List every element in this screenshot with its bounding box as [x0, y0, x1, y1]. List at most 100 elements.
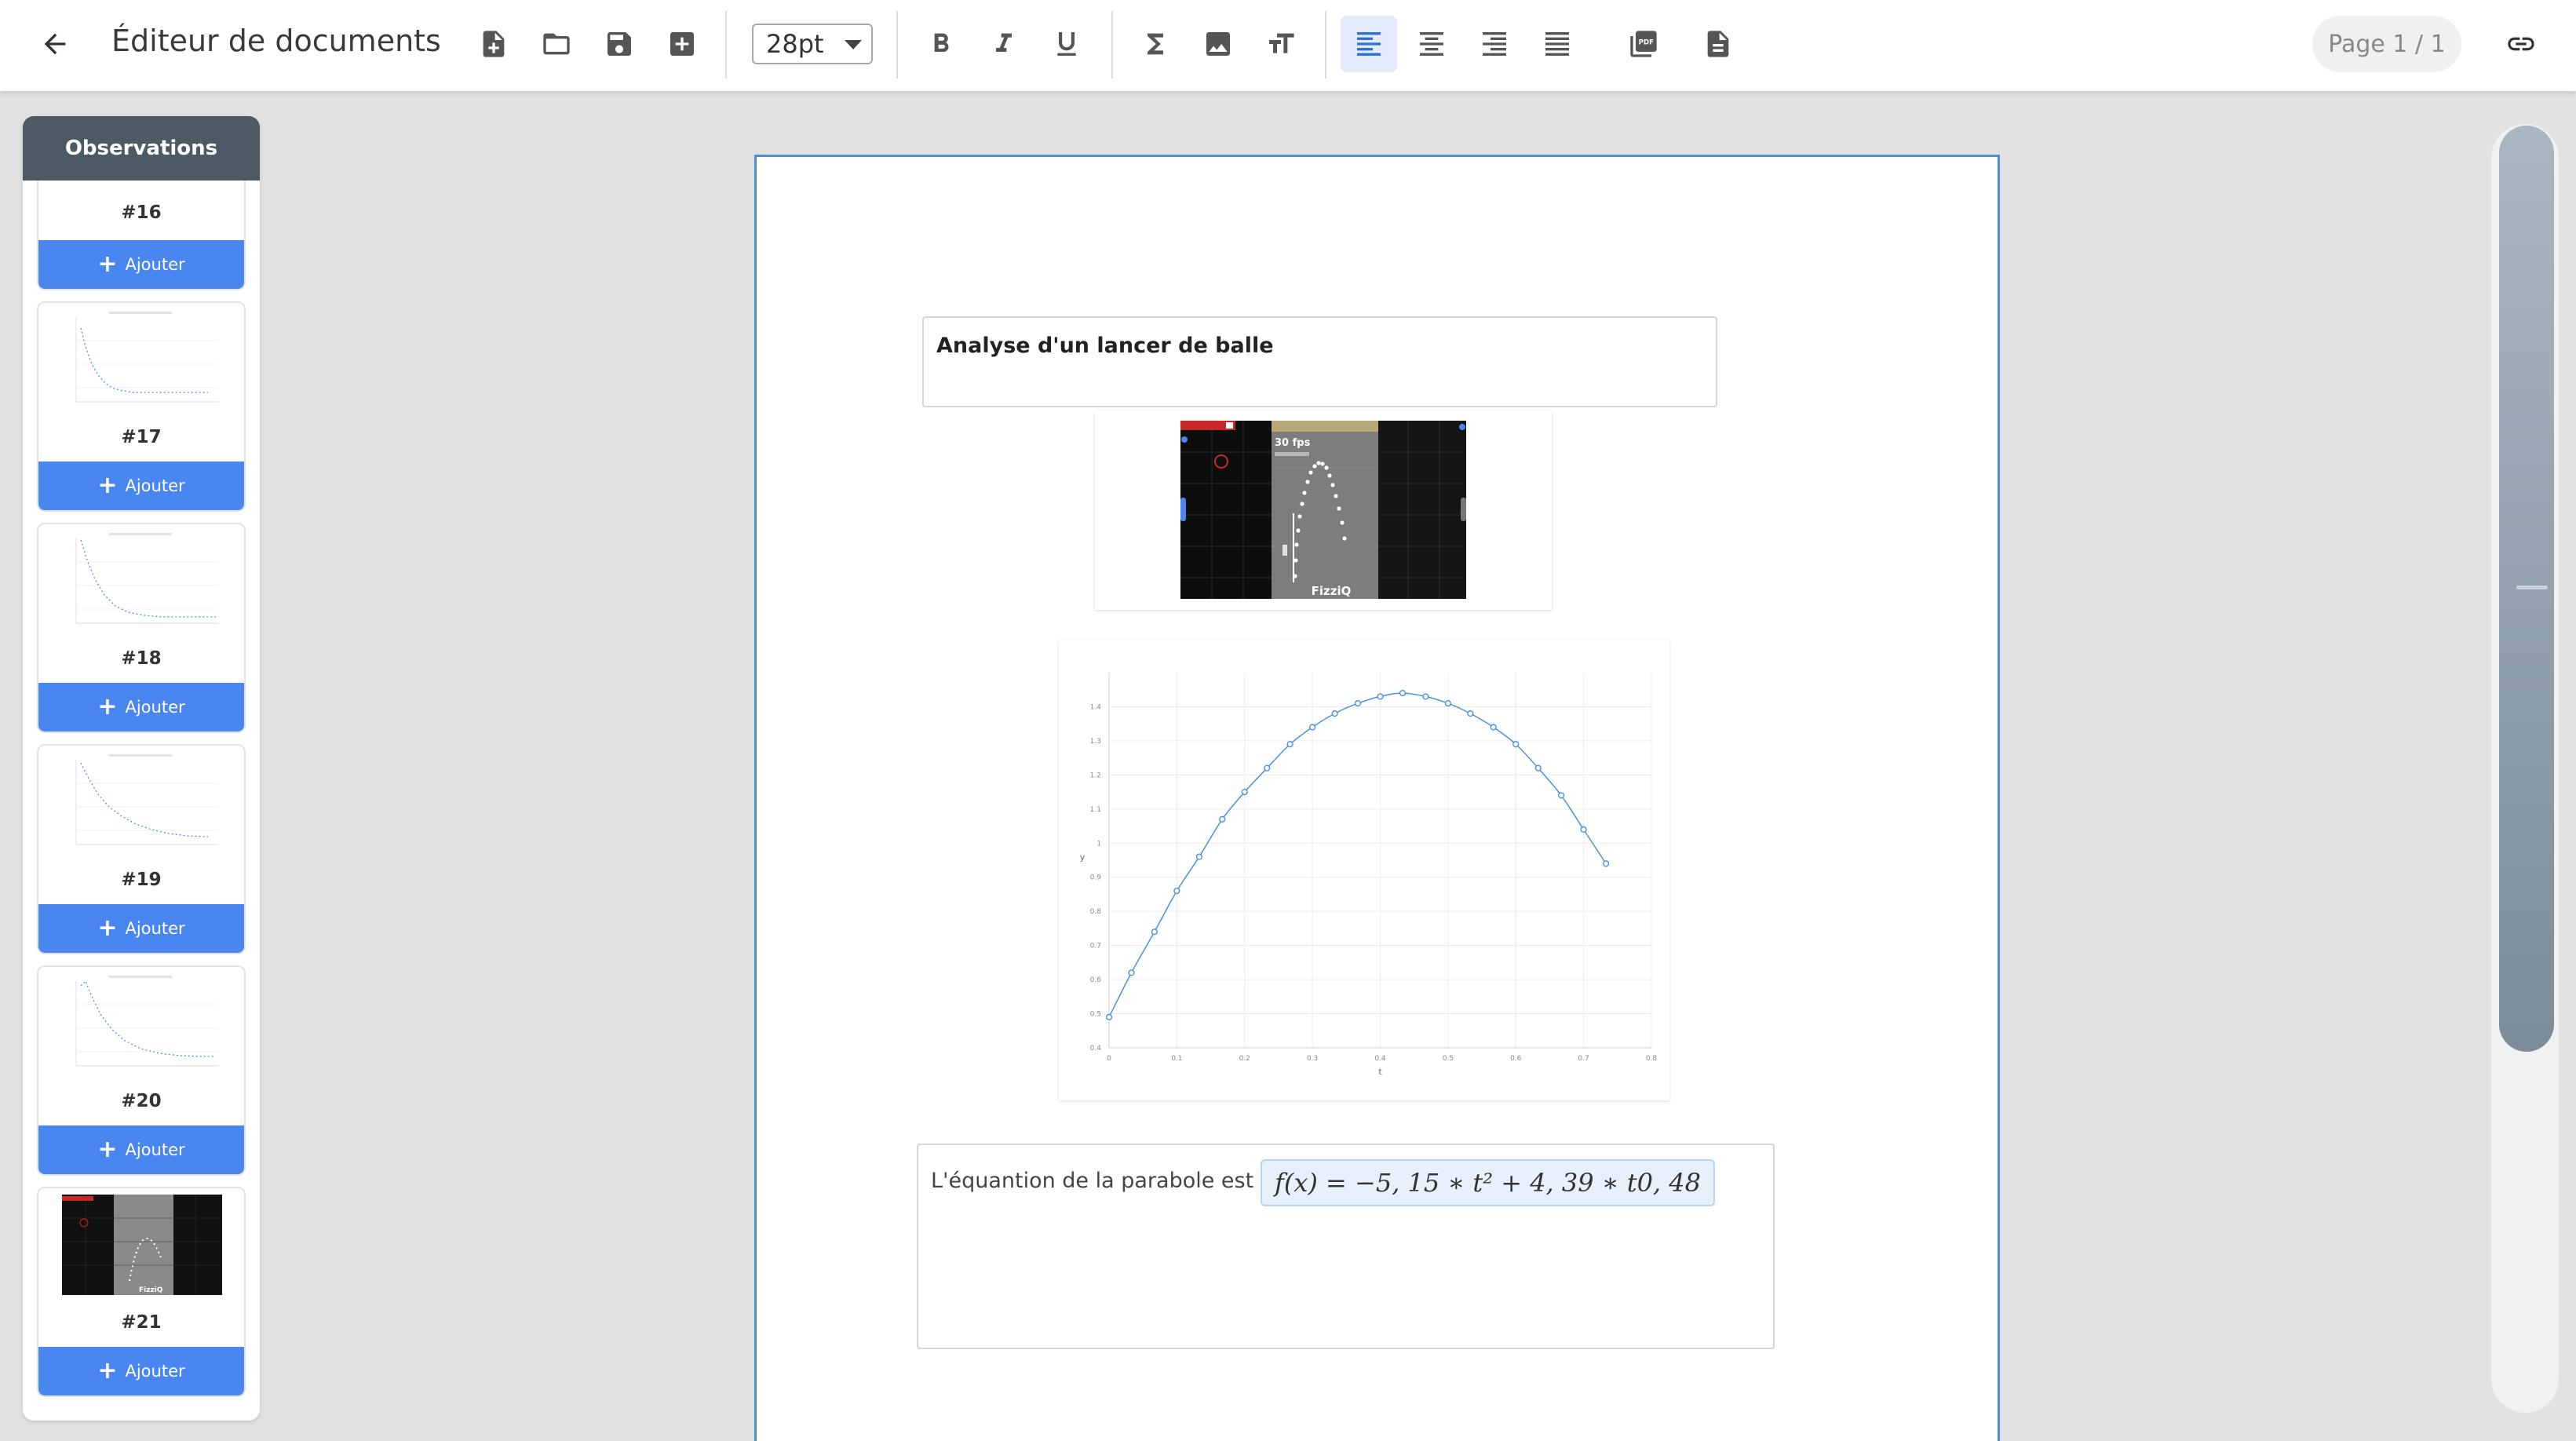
- observation-card-17[interactable]: #17 + Ajouter: [37, 301, 246, 512]
- image-block[interactable]: 30 fps FizziQ: [1095, 410, 1552, 610]
- add-observation-button[interactable]: + Ajouter: [38, 904, 244, 953]
- data-point: [1444, 700, 1451, 707]
- align-justify-button[interactable]: [1529, 16, 1585, 72]
- add-label: Ajouter: [125, 255, 185, 274]
- fizziq-watermark: FizziQ: [1312, 584, 1352, 598]
- add-observation-button[interactable]: + Ajouter: [38, 1347, 244, 1395]
- x-tick-label: 0.3: [1307, 1055, 1318, 1063]
- align-left-icon: [1357, 32, 1381, 56]
- font-size-value: 28pt: [766, 29, 824, 59]
- add-observation-button[interactable]: + Ajouter: [38, 240, 244, 289]
- align-center-button[interactable]: [1403, 16, 1460, 72]
- data-point: [1399, 689, 1407, 697]
- align-center-icon: [1420, 32, 1443, 56]
- observation-card-20[interactable]: #20 + Ajouter: [37, 965, 246, 1176]
- toolbar-divider: [1111, 11, 1113, 78]
- observation-card-16[interactable]: #16 + Ajouter: [37, 181, 246, 290]
- fps-label: 30 fps: [1275, 437, 1311, 449]
- underline-button[interactable]: [1038, 16, 1095, 72]
- open-folder-button[interactable]: [528, 16, 585, 72]
- link-icon: [2508, 37, 2534, 51]
- add-observation-button[interactable]: + Ajouter: [38, 461, 244, 510]
- align-right-icon: [1483, 32, 1506, 56]
- image-icon: [1206, 32, 1230, 56]
- insert-image-button[interactable]: [1190, 16, 1246, 72]
- observation-card-19[interactable]: #19 + Ajouter: [37, 744, 246, 954]
- font-size-select[interactable]: 28pt: [752, 24, 873, 64]
- back-button[interactable]: [27, 16, 83, 72]
- data-point: [1286, 741, 1293, 748]
- y-tick-label: 1.4: [1090, 703, 1102, 711]
- observation-label: #20: [121, 1091, 162, 1111]
- data-point: [1173, 888, 1180, 895]
- add-observation-button[interactable]: + Ajouter: [38, 683, 244, 731]
- x-tick-label: 0: [1107, 1055, 1111, 1063]
- save-button[interactable]: [591, 16, 648, 72]
- new-document-button[interactable]: [465, 16, 522, 72]
- decay-chart-thumbnail: [62, 752, 222, 852]
- series-line: [1108, 692, 1607, 1018]
- data-point: [1580, 826, 1587, 833]
- document-title: Analyse d'un lancer de balle: [936, 334, 1274, 358]
- svg-text:FizziQ: FizziQ: [139, 1286, 163, 1294]
- data-point: [1490, 724, 1497, 731]
- y-tick-label: 1.1: [1090, 806, 1101, 814]
- file-plus-icon: [483, 31, 505, 57]
- chart-block[interactable]: 0 0.1 0.2 0.3 0.4 0.5 0.6 0.7 0.8 0.4 0.5 0.6 0.7 0.…: [1059, 640, 1669, 1100]
- export-document-button[interactable]: [1690, 16, 1746, 72]
- bold-button[interactable]: [913, 16, 969, 72]
- equation-description: L'équantion de la parabole est: [931, 1169, 1254, 1193]
- add-block-button[interactable]: [654, 16, 710, 72]
- align-left-button[interactable]: [1341, 16, 1397, 72]
- vertical-scrollbar[interactable]: [2491, 124, 2559, 1413]
- data-point: [1512, 741, 1520, 748]
- equation-text-block[interactable]: L'équantion de la parabole est f(x) = −5…: [917, 1144, 1775, 1349]
- underline-icon: [1057, 32, 1076, 56]
- data-point: [1151, 928, 1158, 936]
- data-point: [1195, 853, 1202, 860]
- title-text-block[interactable]: Analyse d'un lancer de balle: [922, 316, 1717, 407]
- plus-icon: +: [97, 1136, 118, 1163]
- toolbar: Éditeur de documents 28pt PDF Page 1 / 1: [0, 0, 2576, 91]
- add-label: Ajouter: [125, 1140, 185, 1159]
- x-tick-label: 0.5: [1443, 1055, 1454, 1063]
- observations-header: Observations: [23, 116, 260, 181]
- trajectory-chart: 0 0.1 0.2 0.3 0.4 0.5 0.6 0.7 0.8 0.4 0.5 0.6 0.7 0.…: [1080, 673, 1657, 1077]
- sigma-icon: [1148, 33, 1163, 55]
- decay-chart-thumbnail: [62, 309, 222, 410]
- scrollbar-thumb[interactable]: [2499, 126, 2554, 1052]
- x-tick-label: 0.7: [1578, 1055, 1589, 1063]
- export-pdf-button[interactable]: PDF: [1615, 16, 1672, 72]
- align-right-button[interactable]: [1466, 16, 1523, 72]
- data-point: [1354, 700, 1362, 707]
- page-indicator: Page 1 / 1: [2312, 16, 2461, 72]
- insert-text-button[interactable]: [1253, 16, 1309, 72]
- y-tick-label: 1: [1096, 840, 1101, 848]
- data-point: [1264, 764, 1271, 772]
- observation-card-21[interactable]: FizziQ #21 + Ajouter: [37, 1187, 246, 1397]
- data-point: [1534, 764, 1542, 772]
- align-justify-icon: [1545, 32, 1569, 56]
- observation-label: #17: [121, 427, 162, 447]
- text-size-icon: [1269, 33, 1294, 53]
- data-point: [1105, 1013, 1113, 1020]
- add-observation-button[interactable]: + Ajouter: [38, 1125, 244, 1174]
- insert-formula-button[interactable]: [1127, 16, 1184, 72]
- document-page[interactable]: Analyse d'un lancer de balle 30 fps Fizz…: [754, 155, 2000, 1441]
- folder-icon: [543, 33, 570, 55]
- plus-icon: +: [97, 250, 118, 278]
- y-tick-label: 0.7: [1090, 943, 1101, 950]
- grip-icon: [2516, 586, 2548, 589]
- italic-button[interactable]: [976, 16, 1032, 72]
- y-tick-label: 0.9: [1090, 874, 1102, 882]
- observation-card-18[interactable]: #18 + Ajouter: [37, 523, 246, 733]
- plus-icon: +: [97, 693, 118, 720]
- svg-text:PDF: PDF: [1639, 38, 1655, 46]
- plus-icon: +: [97, 914, 118, 942]
- y-tick-label: 1.2: [1090, 772, 1101, 779]
- equation-formula[interactable]: f(x) = −5, 15 ∗ t² + 4, 39 ∗ t0, 48: [1261, 1159, 1715, 1206]
- observation-label: #18: [121, 648, 162, 669]
- share-link-button[interactable]: [2493, 16, 2549, 72]
- decay-chart-thumbnail: [62, 973, 222, 1074]
- data-point: [1241, 788, 1248, 796]
